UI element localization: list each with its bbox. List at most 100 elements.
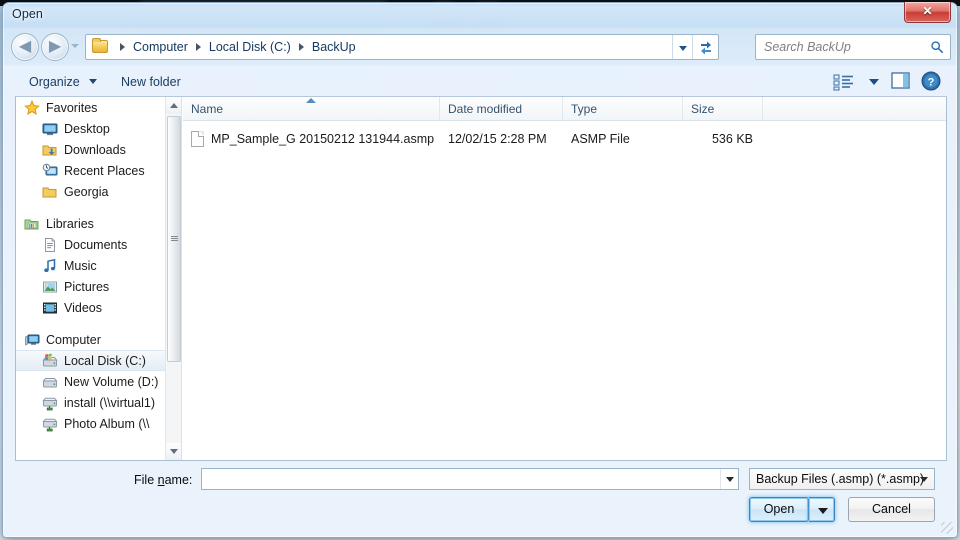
pictures-icon — [42, 279, 58, 295]
title-bar[interactable]: Open ✕ — [3, 2, 957, 29]
file-list-pane: Name Date modified Type Size MP_Sample_G… — [183, 97, 946, 460]
resize-grip[interactable] — [941, 522, 953, 534]
scroll-down-button[interactable] — [166, 443, 181, 460]
file-date-cell: 12/02/15 2:28 PM — [448, 132, 547, 146]
sidebar-item-label: Music — [64, 258, 97, 273]
navpane-group-computer[interactable]: Computer — [16, 329, 181, 350]
sidebar-item-photo-album-network[interactable]: Photo Album (\\ — [16, 413, 181, 434]
help-button[interactable]: ? — [921, 71, 941, 91]
sidebar-item-label: Desktop — [64, 121, 110, 136]
navpane-group-libraries[interactable]: Libraries — [16, 213, 181, 234]
sidebar-item-georgia[interactable]: Georgia — [16, 181, 181, 202]
window-title: Open — [12, 7, 43, 21]
close-icon: ✕ — [922, 4, 933, 18]
computer-icon — [24, 332, 40, 348]
sidebar-item-pictures[interactable]: Pictures — [16, 276, 181, 297]
scrollbar-thumb[interactable] — [167, 116, 181, 362]
view-layout-icon — [833, 74, 853, 91]
refresh-icon — [701, 41, 711, 55]
sidebar-item-recent-places[interactable]: Recent Places — [16, 160, 181, 181]
scroll-up-button[interactable] — [166, 97, 181, 114]
sidebar-item-label: Documents — [64, 237, 128, 252]
view-dropdown-icon[interactable] — [869, 79, 879, 85]
table-row[interactable]: MP_Sample_G 20150212 131944.asmp 12/02/1… — [183, 127, 946, 151]
open-button-label: Open — [763, 502, 795, 516]
sidebar-item-label: Photo Album (\\ — [64, 416, 150, 431]
hard-drive-windows-icon — [42, 353, 58, 369]
column-header-label: Date modified — [448, 101, 523, 116]
new-folder-button[interactable]: New folder — [115, 73, 187, 91]
chevron-down-icon — [920, 477, 928, 482]
close-button[interactable]: ✕ — [904, 2, 951, 23]
recent-locations-dropdown-icon[interactable] — [71, 44, 79, 48]
sidebar-item-label: Recent Places — [64, 163, 145, 178]
help-icon: ? — [921, 71, 941, 91]
navpane-group-label: Computer — [46, 332, 101, 347]
sidebar-item-label: New Volume (D:) — [64, 374, 159, 389]
search-input[interactable]: Search BackUp — [764, 40, 851, 54]
forward-button[interactable]: ▶ — [41, 33, 69, 61]
breadcrumb-item-backup[interactable]: BackUp — [310, 40, 358, 54]
libraries-icon — [24, 216, 40, 232]
downloads-folder-icon — [42, 142, 58, 158]
back-button[interactable]: ◀ — [11, 33, 39, 61]
sidebar-item-local-disk-c[interactable]: Local Disk (C:) — [16, 350, 181, 371]
column-header-name[interactable]: Name — [183, 97, 440, 120]
breadcrumb-item-local-disk[interactable]: Local Disk (C:) — [207, 40, 293, 54]
sidebar-item-new-volume-d[interactable]: New Volume (D:) — [16, 371, 181, 392]
generic-file-icon — [191, 131, 204, 147]
new-folder-label: New folder — [121, 75, 181, 89]
star-icon — [24, 99, 40, 116]
folder-icon — [92, 38, 108, 54]
navpane-group-favorites[interactable]: Favorites — [16, 97, 181, 118]
sidebar-item-install-network[interactable]: install (\\virtual1) — [16, 392, 181, 413]
refresh-button[interactable] — [692, 35, 718, 59]
open-split-dropdown-button[interactable] — [809, 497, 835, 522]
column-header-date-modified[interactable]: Date modified — [440, 97, 563, 120]
preview-pane-icon — [891, 72, 910, 89]
network-drive-icon — [42, 395, 58, 411]
sidebar-item-videos[interactable]: Videos — [16, 297, 181, 318]
open-button[interactable]: Open — [749, 497, 809, 522]
cancel-button-label: Cancel — [872, 502, 911, 516]
file-name-label: MP_Sample_G 20150212 131944.asmp — [211, 132, 435, 146]
sidebar-item-desktop[interactable]: Desktop — [16, 118, 181, 139]
file-name-cell: MP_Sample_G 20150212 131944.asmp — [191, 131, 434, 147]
column-header-row: Name Date modified Type Size — [183, 97, 946, 121]
sidebar-item-label: Videos — [64, 300, 102, 315]
sidebar-item-music[interactable]: Music — [16, 255, 181, 276]
navpane-spacer — [16, 202, 181, 213]
navigation-bar: ◀ ▶ Computer Local Disk (C:) BackUp Sear… — [3, 31, 957, 65]
cancel-button[interactable]: Cancel — [848, 497, 935, 522]
file-name-dropdown-icon[interactable] — [720, 469, 737, 489]
sidebar-item-label: Local Disk (C:) — [64, 353, 146, 368]
breadcrumb-separator-icon[interactable] — [120, 43, 125, 51]
file-name-label: File name: — [134, 473, 192, 487]
music-icon — [42, 258, 58, 274]
organize-button[interactable]: Organize — [23, 73, 103, 91]
folder-icon — [42, 184, 58, 200]
sidebar-item-downloads[interactable]: Downloads — [16, 139, 181, 160]
address-dropdown-icon[interactable] — [672, 35, 692, 59]
address-bar[interactable]: Computer Local Disk (C:) BackUp — [85, 34, 719, 60]
breadcrumb-separator-icon[interactable] — [195, 43, 201, 51]
videos-icon — [42, 300, 58, 316]
file-size-cell: 536 KB — [711, 132, 753, 146]
file-name-label-pre: File — [134, 473, 158, 487]
breadcrumb-separator-icon[interactable] — [298, 43, 304, 51]
file-type-filter-select[interactable]: Backup Files (.asmp) (*.asmp) — [749, 468, 935, 490]
navpane-scrollbar[interactable] — [165, 97, 181, 460]
column-header-type[interactable]: Type — [563, 97, 683, 120]
change-view-button[interactable] — [833, 72, 863, 92]
file-name-input[interactable] — [201, 468, 739, 490]
sidebar-item-documents[interactable]: Documents — [16, 234, 181, 255]
recent-places-icon — [42, 163, 58, 179]
sidebar-item-label: Downloads — [64, 142, 126, 157]
breadcrumb-item-computer[interactable]: Computer — [131, 40, 190, 54]
sidebar-item-label: Pictures — [64, 279, 110, 294]
column-header-label: Name — [191, 101, 224, 116]
file-name-label-post: ame: — [164, 473, 193, 487]
preview-pane-button[interactable] — [891, 72, 911, 90]
search-box[interactable]: Search BackUp — [755, 34, 951, 60]
column-header-size[interactable]: Size — [683, 97, 763, 120]
